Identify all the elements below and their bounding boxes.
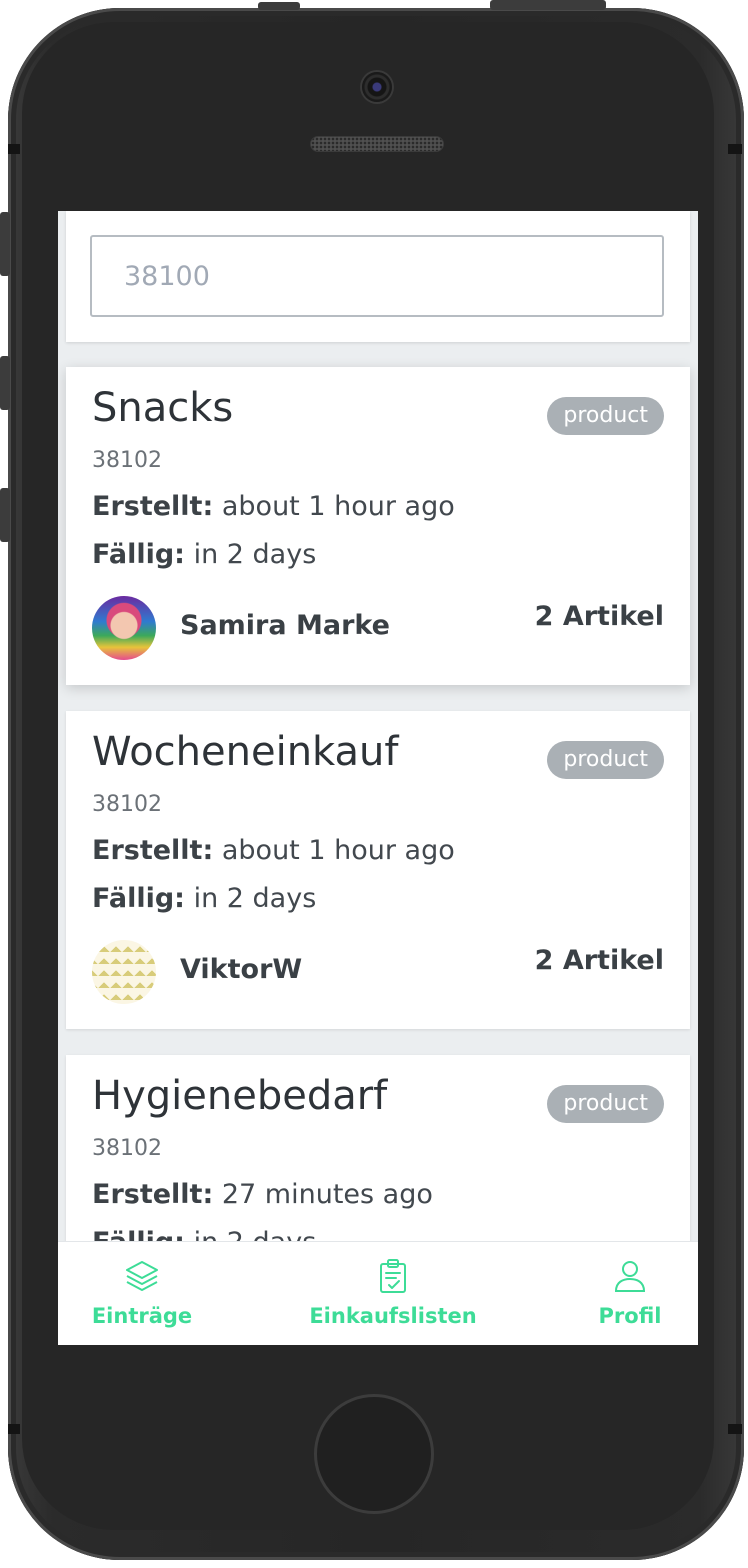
antenna-band bbox=[728, 144, 742, 154]
tab-label: Einträge bbox=[91, 1304, 193, 1328]
entry-zip: 38102 bbox=[92, 792, 162, 817]
category-badge: product bbox=[547, 1085, 664, 1123]
avatar bbox=[92, 596, 156, 660]
due-row: Fällig: in 2 days bbox=[92, 883, 316, 914]
created-label: Erstellt: bbox=[92, 491, 214, 522]
tab-profil[interactable]: Profil bbox=[578, 1242, 682, 1345]
volume-down-button bbox=[0, 488, 10, 542]
entry-card[interactable]: Snacks product 38102 Erstellt: about 1 h… bbox=[66, 367, 690, 685]
tab-einkaufslisten[interactable]: Einkaufslisten bbox=[298, 1242, 488, 1345]
due-label: Fällig: bbox=[92, 539, 185, 570]
tab-label: Profil bbox=[598, 1304, 662, 1328]
user-name: ViktorW bbox=[180, 954, 303, 985]
user-name: Samira Marke bbox=[180, 610, 390, 641]
app-screen: Snacks product 38102 Erstellt: about 1 h… bbox=[58, 211, 698, 1345]
clipboard-check-icon bbox=[380, 1259, 406, 1293]
home-button[interactable] bbox=[314, 1394, 434, 1514]
top-edge-detail bbox=[258, 2, 300, 10]
created-label: Erstellt: bbox=[92, 1179, 214, 1210]
created-value: 27 minutes ago bbox=[221, 1179, 433, 1210]
entry-card[interactable]: Wocheneinkauf product 38102 Erstellt: ab… bbox=[66, 711, 690, 1029]
entry-card[interactable]: Hygienebedarf product 38102 Erstellt: 27… bbox=[66, 1055, 690, 1241]
earpiece-speaker bbox=[311, 137, 443, 151]
created-row: Erstellt: about 1 hour ago bbox=[92, 835, 455, 866]
due-value: in 2 days bbox=[193, 883, 317, 914]
volume-up-button bbox=[0, 356, 10, 410]
entry-title: Wocheneinkauf bbox=[92, 729, 399, 775]
due-label: Fällig: bbox=[92, 1227, 185, 1241]
created-row: Erstellt: 27 minutes ago bbox=[92, 1179, 433, 1210]
user-icon bbox=[614, 1261, 646, 1292]
created-row: Erstellt: about 1 hour ago bbox=[92, 491, 455, 522]
item-count: 2 Artikel bbox=[534, 601, 664, 632]
category-badge: product bbox=[547, 397, 664, 435]
entry-list[interactable]: Snacks product 38102 Erstellt: about 1 h… bbox=[58, 211, 698, 1241]
entry-zip: 38102 bbox=[92, 448, 162, 473]
due-row: Fällig: in 2 days bbox=[92, 1227, 316, 1241]
item-count: 2 Artikel bbox=[534, 945, 664, 976]
avatar bbox=[92, 940, 156, 1004]
layers-icon bbox=[126, 1261, 158, 1291]
tab-label: Einkaufslisten bbox=[309, 1304, 477, 1328]
antenna-band bbox=[728, 1424, 742, 1434]
bottom-tab-bar: Einträge Einkaufslisten Profil bbox=[58, 1241, 698, 1345]
search-card bbox=[66, 211, 690, 342]
due-value: in 2 days bbox=[193, 539, 317, 570]
due-label: Fällig: bbox=[92, 883, 185, 914]
created-label: Erstellt: bbox=[92, 835, 214, 866]
category-badge: product bbox=[547, 741, 664, 779]
entry-zip: 38102 bbox=[92, 1136, 162, 1161]
tab-eintraege[interactable]: Einträge bbox=[58, 1242, 226, 1345]
due-value: in 2 days bbox=[194, 1227, 317, 1241]
mute-switch bbox=[0, 212, 10, 276]
due-row: Fällig: in 2 days bbox=[92, 539, 316, 570]
antenna-band bbox=[8, 1424, 20, 1434]
created-value: about 1 hour ago bbox=[221, 491, 455, 522]
created-value: about 1 hour ago bbox=[221, 835, 455, 866]
power-button bbox=[490, 0, 606, 10]
entry-title: Hygienebedarf bbox=[92, 1073, 388, 1119]
search-input[interactable] bbox=[90, 235, 664, 317]
antenna-band bbox=[8, 144, 20, 154]
entry-title: Snacks bbox=[92, 385, 234, 431]
front-camera bbox=[362, 72, 392, 102]
